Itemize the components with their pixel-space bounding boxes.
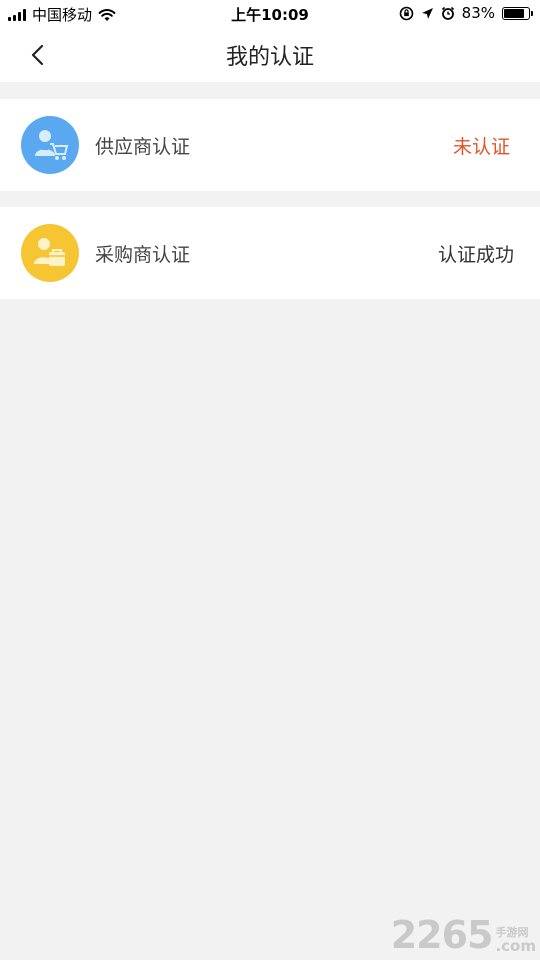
supplier-certification-row[interactable]: 供应商认证 未认证	[0, 99, 540, 191]
purchaser-icon	[21, 224, 79, 282]
chevron-left-icon	[31, 44, 44, 66]
purchaser-certification-row[interactable]: 采购商认证 认证成功	[0, 207, 540, 299]
alarm-icon	[441, 6, 454, 20]
back-button[interactable]	[22, 40, 52, 70]
supplier-certification-status: 未认证	[452, 135, 510, 158]
battery-level	[504, 8, 524, 18]
supplier-certification-label: 供应商认证	[95, 135, 191, 158]
watermark-logo: 2265 手游网 .com	[391, 916, 536, 954]
location-icon	[421, 7, 433, 19]
purchaser-certification-status: 认证成功	[437, 243, 514, 266]
watermark-suffix: .com	[495, 937, 536, 955]
nav-bar: 我的认证	[0, 28, 540, 82]
lock-rotation-icon	[399, 6, 413, 20]
supplier-icon	[21, 116, 79, 174]
battery-percent: 83%	[461, 4, 495, 22]
page-title: 我的认证	[225, 45, 314, 70]
watermark-number: 2265	[390, 913, 494, 957]
purchaser-certification-label: 采购商认证	[95, 243, 191, 266]
battery-icon	[502, 6, 533, 20]
status-bar: 中国移动 上午10:09 83%	[0, 0, 540, 28]
status-right: 83%	[399, 4, 533, 22]
